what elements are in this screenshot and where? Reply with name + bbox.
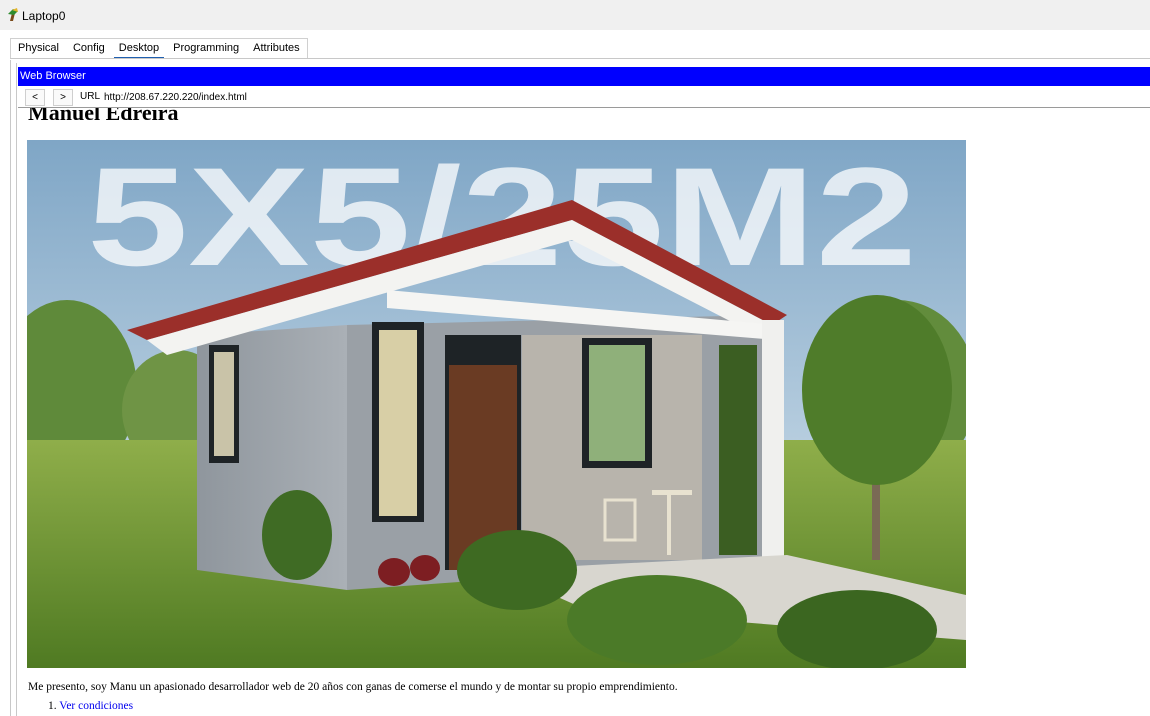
list-item: 1. Ver condiciones [48,700,133,712]
browser-navbar: < > URL [18,87,1150,108]
page-title: Manuel Edreira [28,108,179,125]
laptop-icon [8,8,18,21]
tab-desktop[interactable]: Desktop [112,39,166,59]
tab-attributes[interactable]: Attributes [246,39,306,59]
panel-divider [16,63,17,716]
conditions-link[interactable]: Ver condiciones [59,700,133,712]
browser-viewport[interactable]: Manuel Edreira 5X5/25M2 Me presento, soy… [18,108,1150,716]
tab-config[interactable]: Config [66,39,112,59]
tab-physical[interactable]: Physical [11,39,66,59]
hero-overlay-text: 5X5/25M2 [87,140,917,295]
url-input[interactable] [104,90,404,104]
house-image: 5X5/25M2 [27,140,966,668]
window-title: Laptop0 [22,9,66,23]
tab-divider [10,58,1150,59]
url-label: URL [80,91,101,102]
web-browser-title: Web Browser [20,70,86,82]
window-titlebar: Laptop0 [0,0,1150,30]
tab-bar: Physical Config Desktop Programming Attr… [0,30,1150,60]
forward-button[interactable]: > [53,89,73,106]
intro-paragraph: Me presento, soy Manu un apasionado desa… [28,681,678,693]
web-browser-titlebar: Web Browser [18,67,1150,86]
list-number: 1. [48,700,57,712]
tab-strip: Physical Config Desktop Programming Attr… [10,38,308,59]
back-button[interactable]: < [25,89,45,106]
tab-programming[interactable]: Programming [166,39,246,59]
conditions-list: 1. Ver condiciones [48,700,133,712]
